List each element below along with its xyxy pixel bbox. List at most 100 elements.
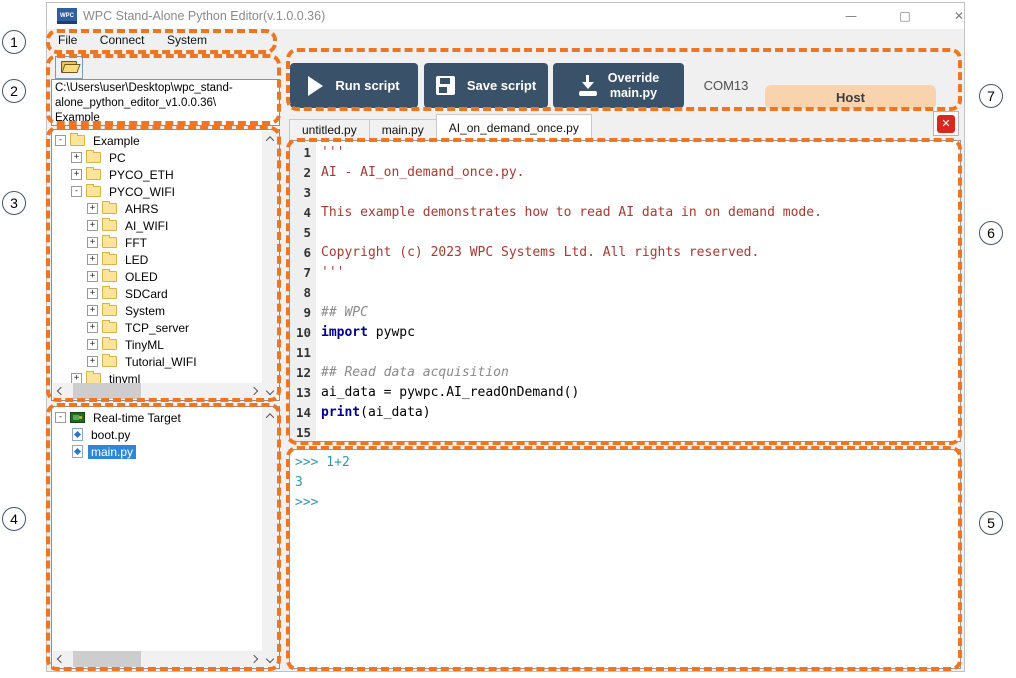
expand-toggle-icon[interactable]: + [87, 254, 98, 265]
collapse-toggle-icon[interactable]: - [55, 135, 66, 146]
save-script-button[interactable]: Save script [424, 63, 548, 108]
line-number: 6 [290, 243, 316, 263]
tree-item-PC[interactable]: +PC [53, 149, 262, 166]
annotation-circle-2: 2 [2, 79, 26, 103]
code-editor[interactable]: 1'''2AI - AI_on_demand_once.py.34This ex… [289, 140, 961, 442]
menu-file[interactable]: File [49, 29, 86, 51]
folder-icon [102, 356, 117, 367]
app-logo-icon: WPC [57, 8, 77, 24]
expand-toggle-icon[interactable]: + [87, 305, 98, 316]
line-number: 9 [290, 303, 316, 323]
tree-item-AI_WIFI[interactable]: +AI_WIFI [53, 217, 262, 234]
line-number: 10 [290, 323, 316, 343]
host-button[interactable]: Host [765, 85, 936, 109]
run-script-label: Run script [335, 78, 399, 93]
tree-item-FFT[interactable]: +FFT [53, 234, 262, 251]
expand-toggle-icon[interactable]: + [87, 203, 98, 214]
tree-item-PYCO_WIFI[interactable]: -PYCO_WIFI [53, 183, 262, 200]
expand-toggle-icon[interactable]: + [87, 220, 98, 231]
code-text: ## Read data acquisition [316, 363, 509, 383]
code-text: ''' [316, 263, 344, 283]
tree-item-PYCO_ETH[interactable]: + PYCO_ETH [53, 166, 262, 183]
tab-AI_on_demand_once.py[interactable]: AI_on_demand_once.py [436, 114, 592, 141]
tab-untitled.py[interactable]: untitled.py [289, 119, 369, 141]
target-file-boot.py[interactable]: boot.py [53, 426, 262, 443]
folder-icon [102, 305, 117, 316]
tree-item-OLED[interactable]: +OLED [53, 268, 262, 285]
expand-toggle-icon[interactable]: + [87, 339, 98, 350]
folder-icon [86, 373, 101, 383]
target-file-label: main.py [88, 445, 136, 459]
code-text: ai_data = pywpc.AI_readOnDemand() [316, 383, 579, 403]
collapse-toggle-icon[interactable]: - [71, 186, 82, 197]
line-number: 8 [290, 283, 316, 303]
file-tree-vertical-scrollbar[interactable] [262, 131, 278, 399]
tree-item-Tutorial_WIFI[interactable]: +Tutorial_WIFI [53, 353, 262, 370]
line-number: 5 [290, 223, 316, 243]
file-tree-panel: -Example+PC+PYCO_ETH-PYCO_WIFI+AHRS+AI_W… [51, 129, 280, 401]
tree-item-LED[interactable]: +LED [53, 251, 262, 268]
open-folder-button[interactable] [55, 56, 83, 79]
maximize-icon[interactable]: □ [883, 3, 927, 29]
scroll-up-icon[interactable] [262, 131, 278, 147]
folder-icon [86, 186, 101, 197]
scroll-left-icon[interactable] [53, 383, 69, 399]
target-file-main.py[interactable]: main.py [53, 443, 262, 460]
override-label-line1: Override [608, 71, 659, 85]
folder-icon [102, 220, 117, 231]
expand-toggle-icon[interactable]: + [87, 322, 98, 333]
scrollbar-thumb[interactable] [73, 651, 141, 667]
file-tree[interactable]: -Example+PC+PYCO_ETH-PYCO_WIFI+AHRS+AI_W… [53, 132, 262, 383]
scroll-down-icon[interactable] [262, 651, 278, 667]
scroll-right-icon[interactable] [246, 383, 262, 399]
scroll-down-icon[interactable] [262, 383, 278, 399]
tree-item-TCP_server[interactable]: +TCP_server [53, 319, 262, 336]
expand-toggle-icon[interactable]: + [87, 237, 98, 248]
line-number: 3 [290, 183, 316, 203]
com-port-label: COM13 [695, 63, 757, 108]
menu-system[interactable]: System [158, 29, 216, 51]
run-script-button[interactable]: Run script [290, 63, 418, 108]
editor-line-10: 10import pywpc [290, 323, 960, 343]
download-icon [578, 75, 598, 96]
collapse-toggle-icon[interactable]: - [55, 412, 66, 423]
tree-item-tinyml[interactable]: +tinyml [53, 370, 262, 383]
editor-line-5: 5 [290, 223, 960, 243]
folder-icon [102, 271, 117, 282]
expand-toggle-icon[interactable]: + [71, 373, 82, 383]
tab-main.py[interactable]: main.py [369, 119, 436, 141]
tree-item-Example[interactable]: -Example [53, 132, 262, 149]
override-mainpy-button[interactable]: Override main.py [553, 63, 684, 108]
expand-toggle-icon[interactable]: + [87, 288, 98, 299]
close-tab-button[interactable]: ✕ [933, 111, 959, 136]
annotation-circle-7: 7 [979, 84, 1003, 108]
target-horizontal-scrollbar[interactable] [53, 651, 262, 667]
menu-connect[interactable]: Connect [91, 29, 154, 51]
folder-icon [70, 135, 85, 146]
folder-icon [102, 237, 117, 248]
file-tree-horizontal-scrollbar[interactable] [53, 383, 262, 399]
close-window-icon[interactable]: ✕ [937, 3, 965, 29]
expand-toggle-icon[interactable]: + [87, 356, 98, 367]
minimize-icon[interactable]: — [829, 3, 873, 29]
tree-item-System[interactable]: +System [53, 302, 262, 319]
expand-toggle-icon[interactable]: + [71, 152, 82, 163]
scroll-up-icon[interactable] [262, 408, 278, 424]
expand-toggle-icon[interactable]: + [71, 169, 82, 180]
console[interactable]: >>> 1+23>>> [289, 449, 961, 669]
folder-icon [102, 322, 117, 333]
scroll-right-icon[interactable] [246, 651, 262, 667]
expand-toggle-icon[interactable]: + [87, 271, 98, 282]
target-root[interactable]: -Real-time Target [53, 409, 262, 426]
save-icon [436, 76, 455, 95]
target-tree[interactable]: -Real-time Targetboot.py main.py [53, 409, 262, 651]
target-vertical-scrollbar[interactable] [262, 408, 278, 667]
tree-item-TinyML[interactable]: +TinyML [53, 336, 262, 353]
scroll-left-icon[interactable] [53, 651, 69, 667]
tree-item-AHRS[interactable]: +AHRS [53, 200, 262, 217]
editor-line-13: 13ai_data = pywpc.AI_readOnDemand() [290, 383, 960, 403]
console-line: >>> 1+2 [295, 453, 960, 473]
scrollbar-thumb[interactable] [73, 383, 141, 399]
tree-item-SDCard[interactable]: +SDCard [53, 285, 262, 302]
tree-item-label: PYCO_ETH [106, 168, 177, 182]
